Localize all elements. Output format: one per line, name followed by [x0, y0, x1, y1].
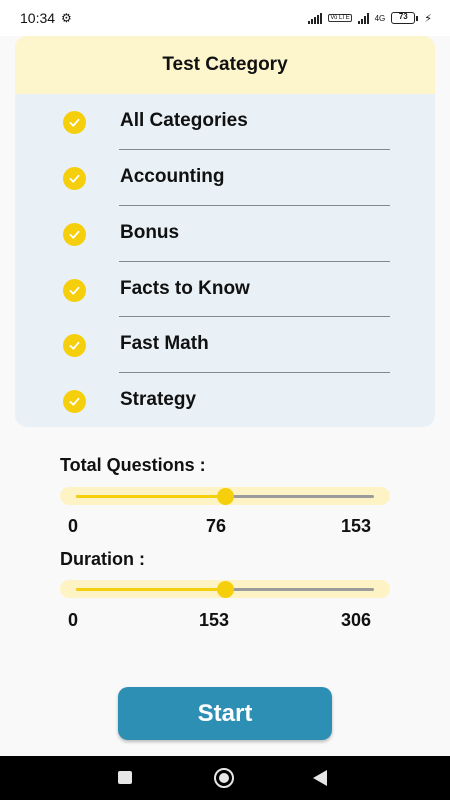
slider-active-track — [76, 495, 225, 498]
slider-active-track — [76, 588, 225, 591]
total-questions-slider[interactable] — [60, 487, 390, 505]
check-circle-icon[interactable] — [63, 111, 86, 134]
navigation-bar — [0, 756, 450, 800]
check-circle-icon[interactable] — [63, 279, 86, 302]
status-right: Vo LTE 4G 73 ⚡ — [308, 12, 432, 25]
duration-min: 0 — [68, 610, 79, 630]
back-icon[interactable] — [313, 770, 327, 786]
battery-level: 73 — [398, 12, 408, 21]
home-icon[interactable] — [214, 768, 234, 788]
status-left: 10:34 ⚙ — [20, 10, 72, 26]
slider-track[interactable] — [76, 488, 374, 505]
category-item-strategy[interactable]: Strategy — [15, 373, 435, 427]
category-item-accounting[interactable]: Accounting — [15, 150, 435, 206]
total-questions-value: 76 — [206, 516, 227, 536]
category-label: Accounting — [120, 166, 225, 187]
total-questions-max: 153 — [341, 516, 372, 536]
category-card: Test Category All Categories Accounting … — [15, 36, 435, 427]
wifi-signal-icon — [308, 12, 323, 24]
category-item-fast-math[interactable]: Fast Math — [15, 317, 435, 373]
total-questions-label: Total Questions : — [60, 455, 206, 475]
category-label: Facts to Know — [120, 278, 250, 299]
settings-gear-icon: ⚙ — [61, 11, 72, 25]
duration-value: 153 — [199, 610, 230, 630]
check-circle-icon[interactable] — [63, 334, 86, 357]
slider-track[interactable] — [76, 581, 374, 598]
check-circle-icon[interactable] — [63, 223, 86, 246]
duration-slider[interactable] — [60, 580, 390, 598]
category-label: Fast Math — [120, 333, 209, 354]
slider-thumb[interactable] — [217, 488, 234, 505]
card-title: Test Category — [15, 36, 435, 94]
cell-signal-icon — [357, 12, 369, 24]
total-questions-min: 0 — [68, 516, 79, 536]
check-circle-icon[interactable] — [63, 167, 86, 190]
battery-icon: 73 — [391, 12, 419, 24]
category-item-bonus[interactable]: Bonus — [15, 206, 435, 262]
status-bar: 10:34 ⚙ Vo LTE 4G 73 ⚡ — [0, 0, 450, 36]
network-type: 4G — [374, 13, 386, 23]
clock: 10:34 — [20, 10, 56, 26]
category-item-facts-to-know[interactable]: Facts to Know — [15, 262, 435, 318]
slider-thumb[interactable] — [217, 581, 234, 598]
duration-max: 306 — [341, 610, 372, 630]
category-label: Bonus — [120, 222, 180, 243]
category-label: Strategy — [120, 389, 197, 410]
category-item-all-categories[interactable]: All Categories — [15, 94, 435, 150]
recent-apps-icon[interactable] — [118, 771, 132, 784]
check-circle-icon[interactable] — [63, 390, 86, 413]
start-button[interactable]: Start — [118, 687, 332, 740]
volte-badge: Vo LTE — [328, 14, 352, 22]
charging-icon: ⚡ — [424, 12, 432, 25]
category-label: All Categories — [120, 110, 248, 131]
duration-label: Duration : — [60, 549, 145, 569]
